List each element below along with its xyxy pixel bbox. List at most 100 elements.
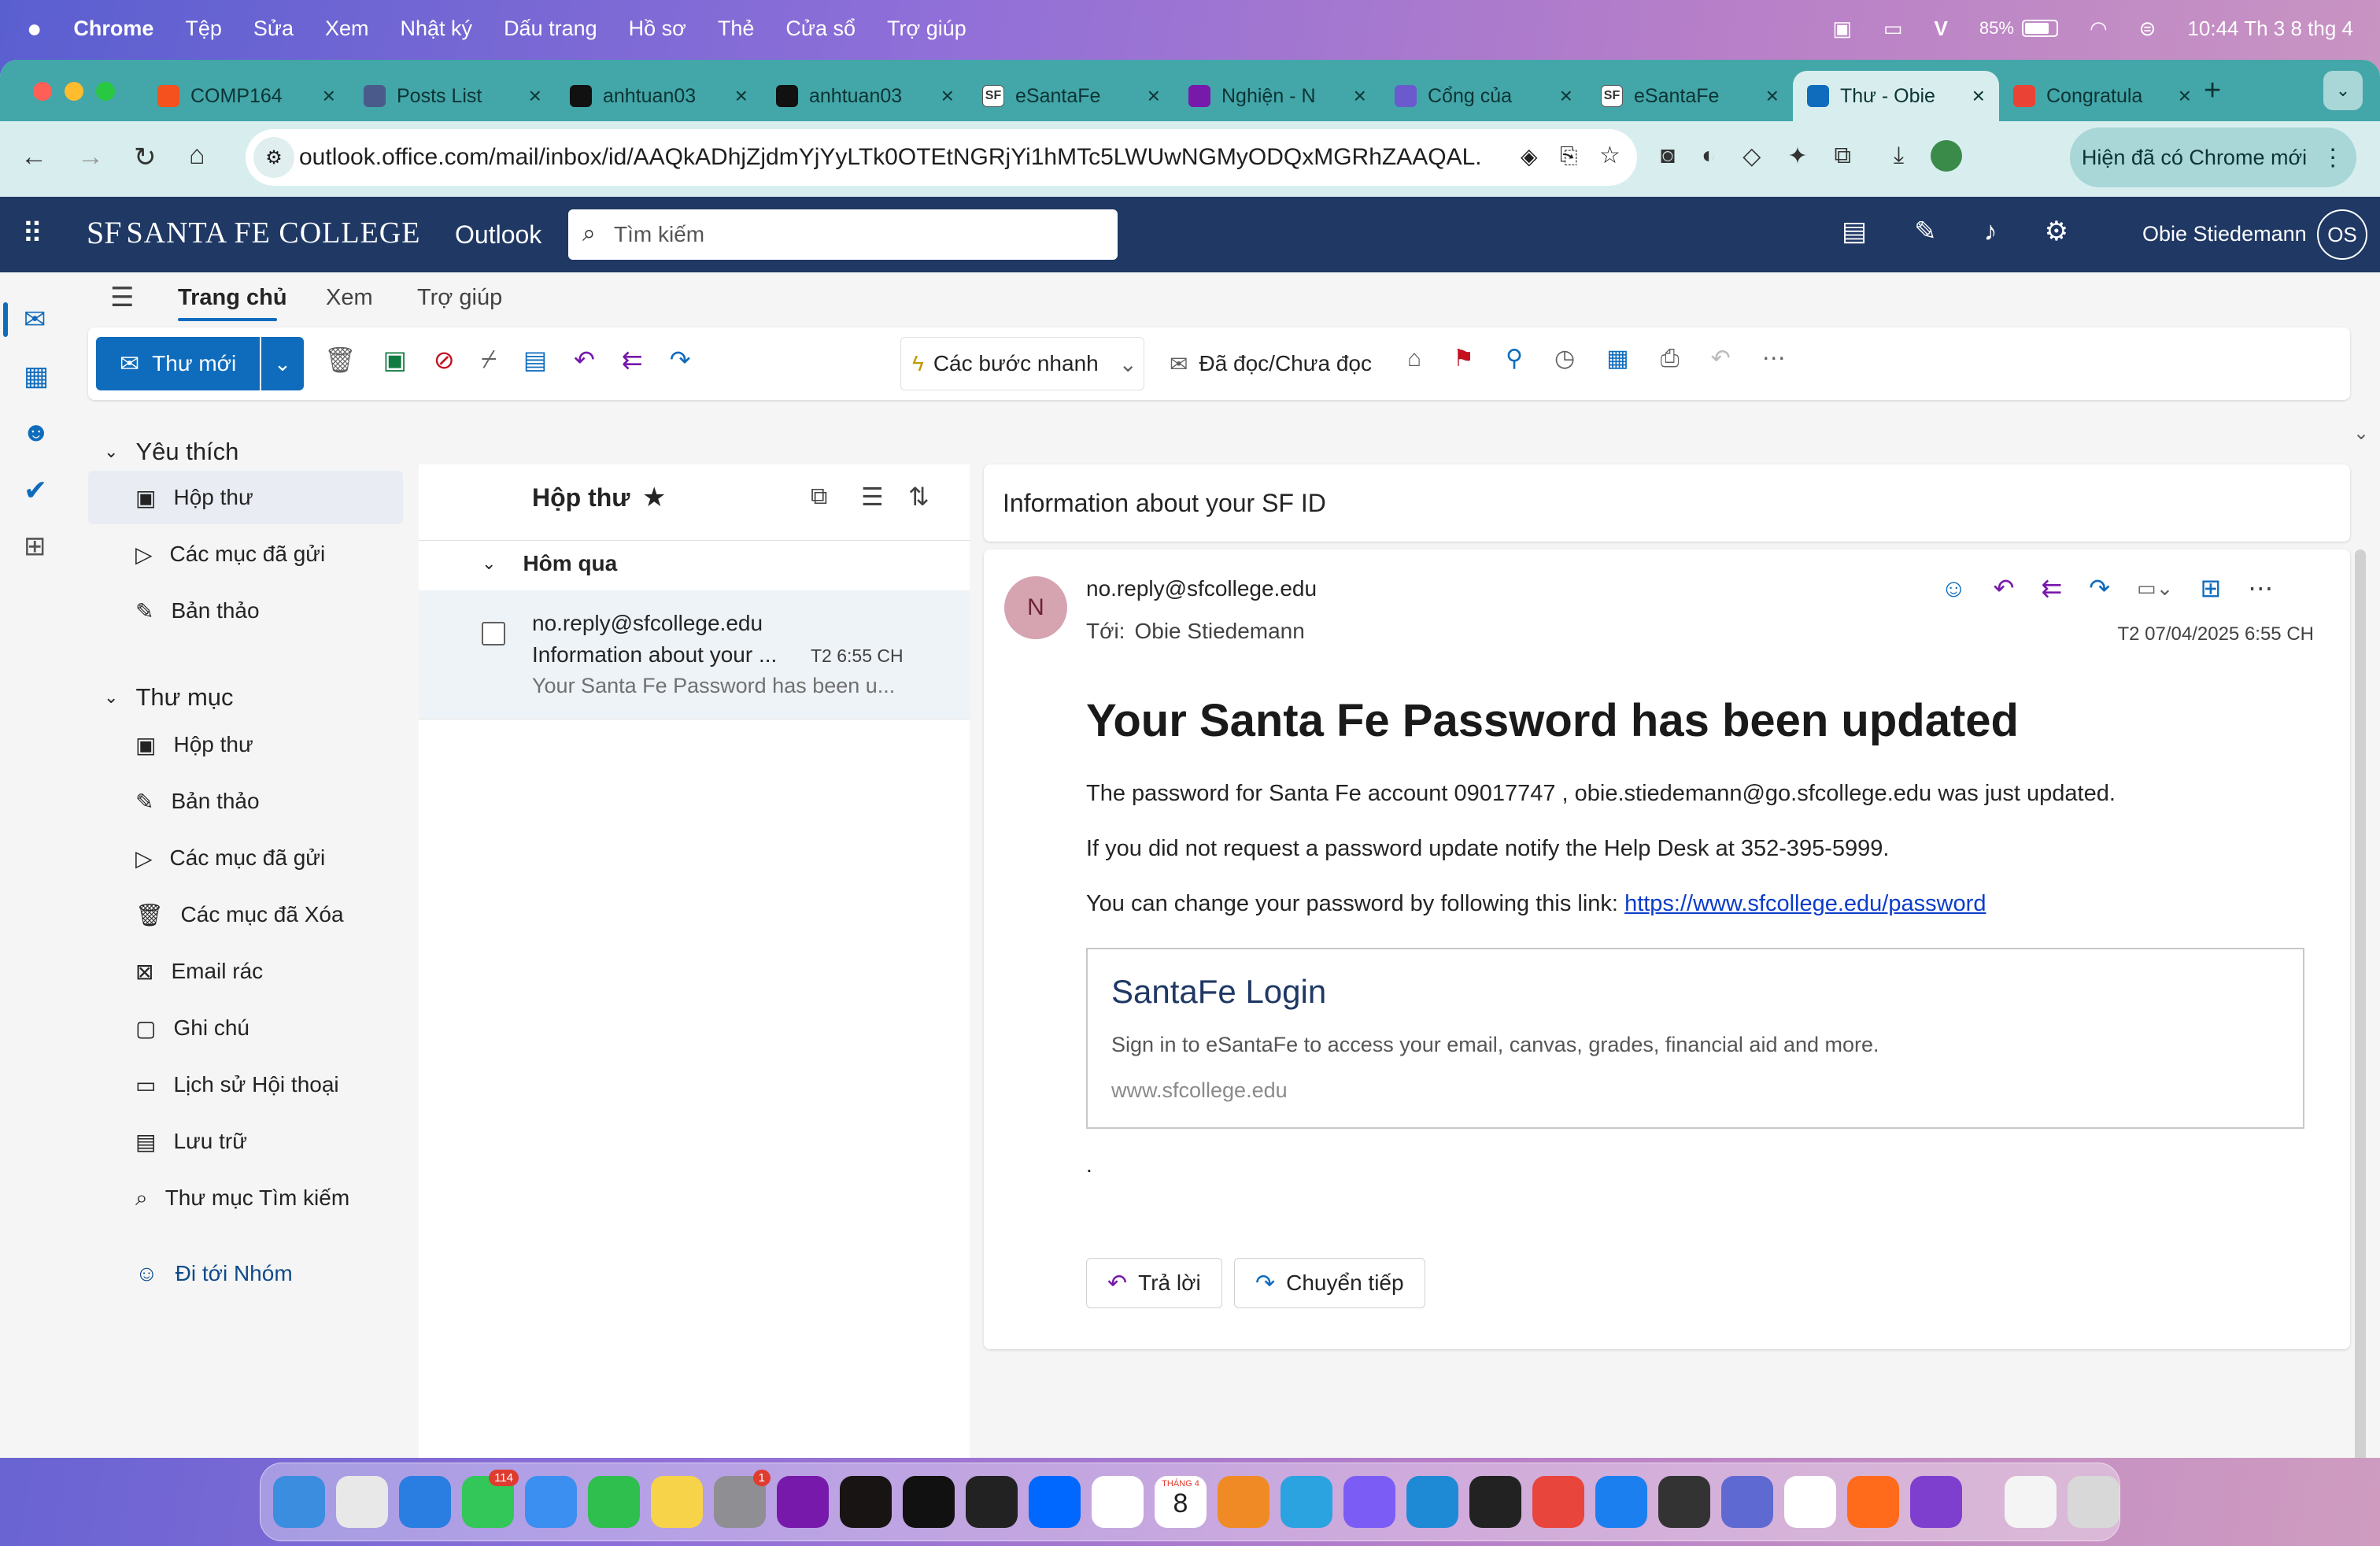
reply-icon[interactable]: ↶	[1994, 573, 2015, 603]
chrome-icon[interactable]	[1532, 1476, 1584, 1528]
people-icon[interactable]: ☻	[22, 417, 50, 448]
back-icon[interactable]: ←	[20, 142, 47, 172]
bell-icon[interactable]: ♪	[1984, 216, 1998, 247]
pin-icon[interactable]: ⚲	[1506, 345, 1523, 372]
zalo-icon[interactable]	[1029, 1476, 1081, 1528]
site-info-icon[interactable]: ⚙	[253, 137, 294, 178]
close-tab-icon[interactable]: ×	[1972, 83, 1985, 109]
group-header[interactable]: ⌄ Hôm qua	[482, 551, 617, 576]
browser-tab[interactable]: Nghiện - N ×	[1174, 71, 1380, 121]
firefox-icon[interactable]	[1847, 1476, 1899, 1528]
folder-drafts[interactable]: ✎ Bản thảo	[88, 775, 403, 828]
apps-icon[interactable]: ⊞	[2200, 573, 2221, 603]
browser-tab[interactable]: Congratula ×	[1999, 71, 2205, 121]
clock[interactable]: 10:44 Th 3 8 thg 4	[2187, 17, 2353, 41]
delete-icon[interactable]: 🗑︎	[324, 345, 357, 375]
close-tab-icon[interactable]: ×	[1148, 83, 1160, 109]
fav-sent[interactable]: ▷ Các mục đã gửi	[88, 527, 403, 581]
new-mail-dropdown[interactable]: ⌄	[261, 337, 304, 390]
menu-history[interactable]: Nhật ký	[401, 17, 473, 41]
fav-inbox[interactable]: ▣ Hộp thư	[88, 471, 403, 524]
undo-icon[interactable]: ↶	[1711, 345, 1731, 372]
reply-all-icon[interactable]: ⇇	[2041, 573, 2062, 603]
display-icon[interactable]: ▭	[1883, 17, 1903, 41]
translate-icon[interactable]: ◈	[1521, 143, 1538, 169]
browser-tab[interactable]: Thư - Obie ×	[1793, 71, 1999, 121]
message-from[interactable]: no.reply@sfcollege.edu	[1086, 576, 1317, 601]
profile-avatar[interactable]	[1931, 140, 1963, 172]
rules-icon[interactable]: ▦	[1606, 345, 1628, 372]
menu-help[interactable]: Trợ giúp	[887, 17, 966, 41]
menu-edit[interactable]: Sửa	[253, 17, 294, 41]
preview-icon[interactable]	[2005, 1476, 2057, 1528]
print-icon[interactable]: ⎙	[1661, 346, 1680, 372]
password-link[interactable]: https://www.sfcollege.edu/password	[1624, 891, 1986, 916]
menu-app[interactable]: Chrome	[73, 17, 153, 41]
messages-icon[interactable]: 114	[462, 1470, 519, 1528]
puzzle-icon[interactable]: ⧉	[1834, 142, 1850, 169]
facetime-icon[interactable]	[588, 1476, 640, 1528]
folder-junk[interactable]: ⊠ Email rác	[88, 945, 403, 998]
search-input[interactable]: ⌕ Tìm kiếm	[568, 209, 1118, 260]
camera-extension-icon[interactable]: ◙	[1661, 142, 1675, 169]
gear-icon[interactable]: ⚙	[2045, 216, 2068, 247]
folder-inbox[interactable]: ▣ Hộp thư	[88, 718, 403, 771]
tab-home[interactable]: Trang chủ	[178, 285, 287, 311]
telegram-icon[interactable]	[1281, 1476, 1332, 1528]
tab-help[interactable]: Trợ giúp	[417, 285, 502, 311]
mirror-icon[interactable]	[1658, 1476, 1710, 1528]
snooze-icon[interactable]: ◷	[1554, 345, 1575, 372]
archive-icon[interactable]: ▣	[383, 345, 407, 375]
user-name[interactable]: Obie Stiedemann	[2142, 222, 2307, 246]
filter-icon[interactable]: ☰	[861, 482, 884, 512]
new-mail-button[interactable]: ✉ Thư mới	[96, 337, 260, 390]
tag-icon[interactable]: ⌂	[1407, 346, 1421, 372]
terminal-icon[interactable]	[966, 1476, 1018, 1528]
folder-archive[interactable]: ▤ Lưu trữ	[88, 1115, 403, 1168]
bookmark-star-icon[interactable]: ☆	[1599, 142, 1621, 169]
reload-icon[interactable]: ↻	[134, 142, 157, 173]
mail-icon[interactable]: ✉	[24, 304, 46, 335]
menu-view[interactable]: Xem	[325, 17, 369, 41]
user-avatar[interactable]: OS	[2317, 209, 2367, 260]
browser-tab[interactable]: COMP164 ×	[143, 71, 349, 121]
sender-avatar[interactable]: N	[1004, 576, 1067, 639]
safari-icon[interactable]	[399, 1476, 451, 1528]
folder-search[interactable]: ⌕ Thư mục Tìm kiếm	[88, 1171, 403, 1225]
browser-tab[interactable]: anhtuan03 ×	[762, 71, 968, 121]
quick-steps-button[interactable]: ϟ Các bước nhanh ⌄	[900, 337, 1144, 390]
app-name[interactable]: Outlook	[455, 220, 541, 250]
minimize-window-button[interactable]	[65, 82, 83, 101]
folder-conversation-history[interactable]: ▭ Lịch sử Hội thoại	[88, 1058, 403, 1111]
more-menu-icon[interactable]: ⋮	[2321, 144, 2345, 172]
more-icon[interactable]: ⋯	[2248, 573, 2273, 603]
messenger-icon[interactable]	[1343, 1476, 1395, 1528]
hamburger-icon[interactable]: ☰	[110, 282, 134, 313]
close-window-button[interactable]	[33, 82, 52, 101]
close-tab-icon[interactable]: ×	[2179, 83, 2191, 109]
item-checkbox[interactable]	[482, 622, 505, 645]
more-options-icon[interactable]: ⋯	[1762, 345, 1786, 372]
forward-icon[interactable]: ↷	[2089, 573, 2110, 603]
apple-icon[interactable]: ●	[27, 14, 42, 43]
calendar-icon[interactable]: THÁNG 48	[1155, 1476, 1207, 1528]
tab-view[interactable]: Xem	[326, 285, 373, 311]
flag-icon[interactable]: ⚑	[1453, 345, 1474, 372]
sort-icon[interactable]: ⇅	[908, 482, 929, 512]
feedback-icon[interactable]: ✎	[1914, 216, 1937, 247]
chrome-update-button[interactable]: Hiện đã có Chrome mới ⋮	[2070, 128, 2356, 187]
settings-icon[interactable]: 1	[714, 1470, 771, 1528]
download-icon[interactable]: ⤓	[1894, 142, 1904, 169]
fav-drafts[interactable]: ✎ Bản thảo	[88, 584, 403, 638]
folder-deleted[interactable]: 🗑︎ Các mục đã Xóa	[88, 888, 403, 941]
menu-tabs[interactable]: Thẻ	[718, 17, 755, 41]
word-icon[interactable]: ▤	[1842, 216, 1867, 247]
pages-icon[interactable]	[1218, 1476, 1269, 1528]
menu-bookmarks[interactable]: Dấu trang	[504, 17, 597, 41]
select-mode-icon[interactable]: ⧉	[811, 483, 827, 510]
emoji-icon[interactable]: ☺	[1941, 574, 1967, 603]
browser-tab[interactable]: anhtuan03 ×	[556, 71, 762, 121]
cursor-icon[interactable]	[1469, 1476, 1521, 1528]
close-tab-icon[interactable]: ×	[1354, 83, 1366, 109]
close-tab-icon[interactable]: ×	[529, 83, 541, 109]
